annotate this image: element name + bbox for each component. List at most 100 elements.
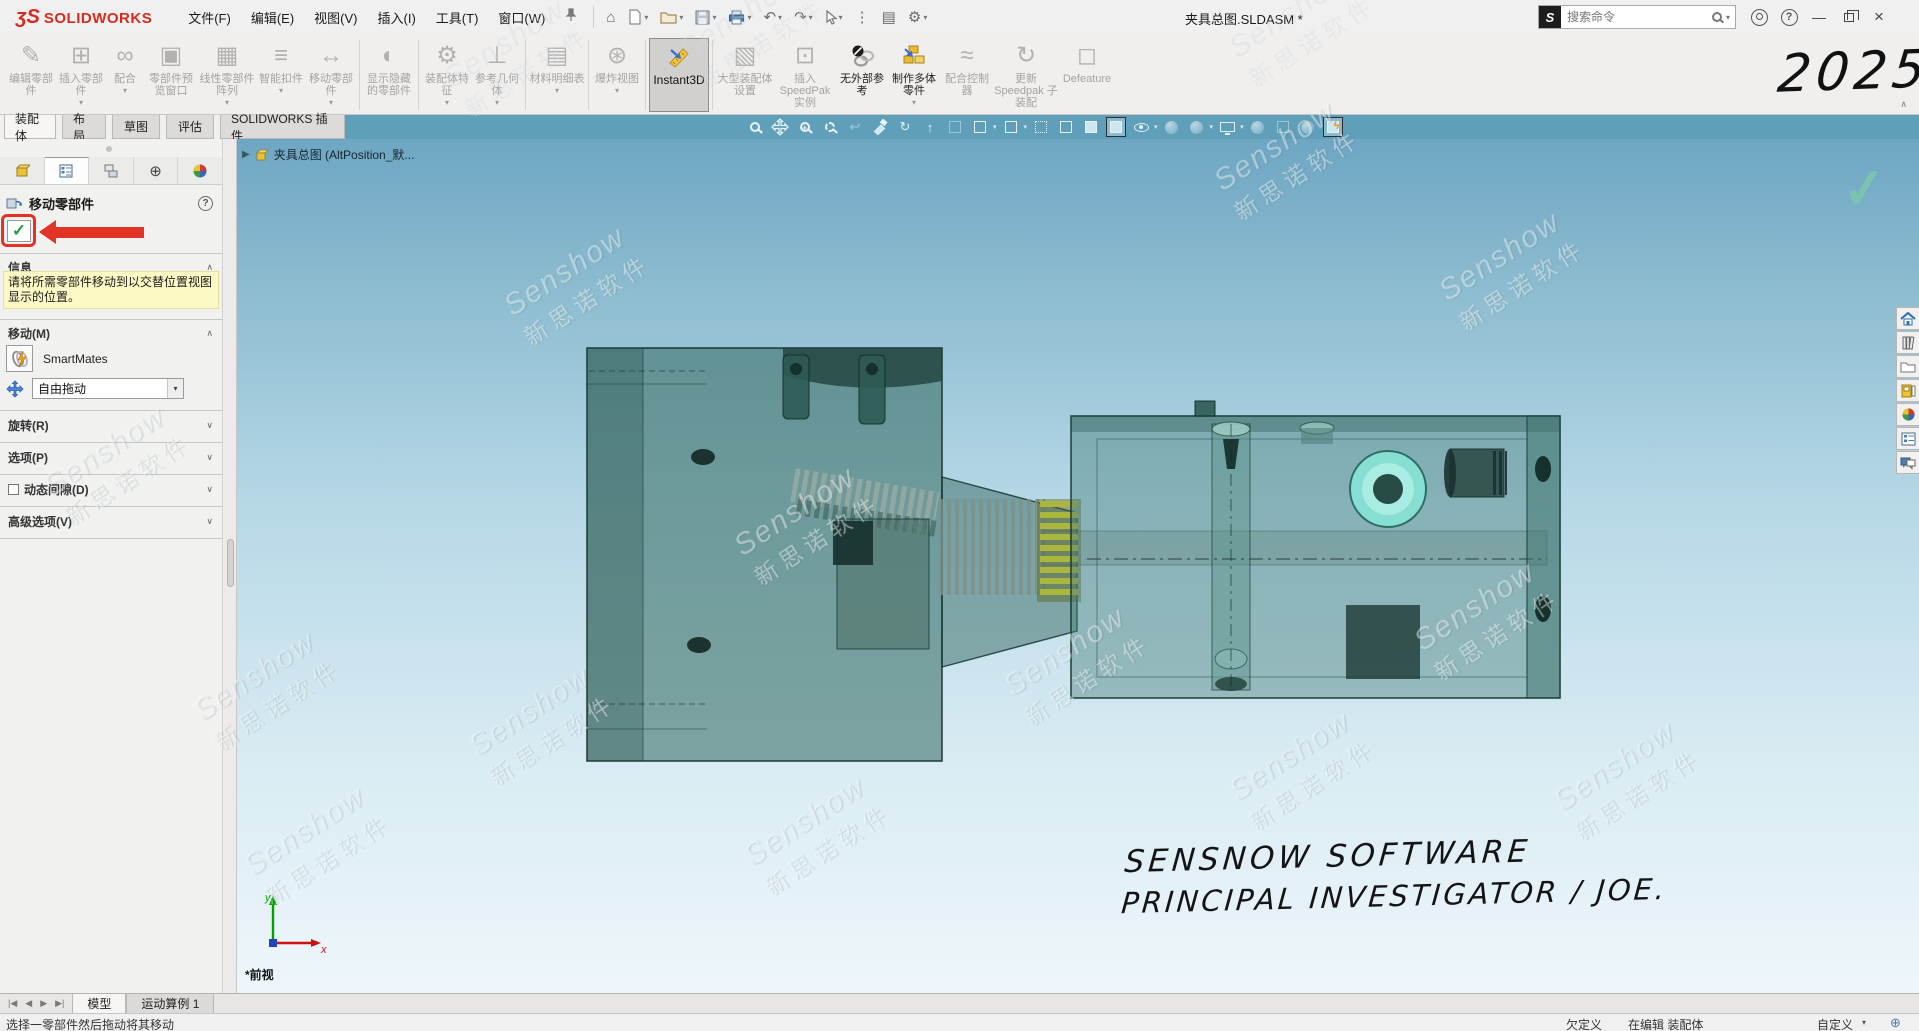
dropdown-caret-icon[interactable]: ▾ [329, 98, 333, 107]
dropdown-caret-icon[interactable]: ▾ [1154, 123, 1158, 131]
confirm-checkmark-icon[interactable]: ✓ [1839, 155, 1891, 222]
ribbon-mate-controller[interactable]: ≈ 配合控制器 [940, 38, 994, 112]
display-style-icon[interactable] [970, 117, 990, 137]
tab-assembly[interactable]: 装配体 [4, 115, 56, 139]
menu-window[interactable]: 窗口(W) [488, 2, 555, 33]
taskpane-forum[interactable] [1896, 451, 1919, 474]
search-dropdown-caret-icon[interactable]: ▾ [1726, 13, 1730, 22]
ribbon-make-multibody-part[interactable]: 制作多体零件 ▾ [888, 38, 940, 112]
graphics-viewport[interactable]: ▶ 夹具总图 (AltPosition_默... ✓ y x *前视 SENSN… [237, 139, 1919, 993]
save-button[interactable]: ▾ [691, 7, 720, 28]
dropdown-caret-icon[interactable]: ▾ [495, 98, 499, 107]
dynamic-clearance-checkbox[interactable] [8, 484, 19, 495]
camera-extra-icon[interactable] [1298, 117, 1318, 137]
tab-layout[interactable]: 布局 [62, 115, 106, 139]
taskpane-resources[interactable] [1896, 331, 1919, 354]
dropdown-caret-icon[interactable]: ▾ [225, 98, 229, 107]
ok-check-button[interactable]: ✓ [7, 220, 31, 242]
ribbon-insert-speedpak[interactable]: ⊡ 插入 SpeedPak 实例 [774, 38, 836, 112]
tab-displaymanager[interactable] [178, 157, 223, 184]
ribbon-mate[interactable]: ∞ 配合 ▾ [106, 38, 144, 112]
appearance-extra-icon[interactable] [1248, 117, 1268, 137]
nav-prev-icon[interactable]: ◀ [25, 998, 32, 1009]
taskpane-view-palette[interactable] [1896, 379, 1919, 402]
previous-view-icon[interactable]: ↩ [845, 117, 865, 137]
web-help-globe-icon[interactable]: ⊕ [1890, 1015, 1901, 1031]
ribbon-linear-pattern[interactable]: ▦ 线性零部件阵列 ▾ [198, 38, 256, 112]
dropdown-caret-icon[interactable]: ▾ [79, 98, 83, 107]
command-search[interactable]: S ▾ [1538, 5, 1736, 29]
expand-chevron-icon[interactable]: ∨ [206, 484, 213, 495]
shadow-style-icon[interactable] [1056, 117, 1076, 137]
zoom-to-area-icon[interactable] [820, 117, 840, 137]
ribbon-insert-component[interactable]: ⊞ 插入零部件 ▾ [56, 38, 106, 112]
select-caret-icon[interactable]: ▾ [167, 379, 183, 398]
ribbon-large-assembly-settings[interactable]: ▧ 大型装配体设置 [716, 38, 774, 112]
ribbon-reference-geometry[interactable]: ⊥ 参考几何体 ▾ [472, 38, 522, 112]
zoom-to-fit-icon[interactable] [745, 117, 765, 137]
dropdown-caret-icon[interactable]: ▾ [912, 98, 916, 107]
dropdown-caret-icon[interactable]: ▾ [1210, 123, 1214, 131]
ribbon-exploded-view[interactable]: ⊛ 爆炸视图 ▾ [592, 38, 642, 112]
print-button[interactable]: ▾ [724, 7, 755, 28]
file-properties-button[interactable]: ▤ [878, 5, 900, 29]
ribbon-assembly-features[interactable]: ⚙ 装配体特征 ▾ [422, 38, 472, 112]
ribbon-component-preview[interactable]: ▣ 零部件预览窗口 [144, 38, 198, 112]
section-view-icon[interactable] [870, 117, 890, 137]
close-button[interactable]: × [1866, 4, 1892, 30]
new-document-button[interactable]: ▾ [623, 6, 652, 28]
pin-menu-icon[interactable] [565, 8, 577, 27]
nav-next-icon[interactable]: ▶ [40, 998, 47, 1009]
hidden-lines-style-icon[interactable] [1001, 117, 1021, 137]
tab-propertymanager[interactable] [45, 157, 90, 184]
cube-extra-icon[interactable] [1273, 117, 1293, 137]
taskpane-design-library[interactable] [1896, 355, 1919, 378]
menu-view[interactable]: 视图(V) [304, 2, 367, 33]
hide-show-items-icon[interactable] [1131, 117, 1151, 137]
section-options-header[interactable]: 选项(P) ∨ [0, 448, 223, 466]
ribbon-smart-fasteners[interactable]: ≡ 智能扣件 ▾ [256, 38, 306, 112]
drag-mode-select[interactable]: 自由拖动 ▾ [32, 378, 184, 399]
status-custom-toolbar[interactable]: 自定义 [1817, 1016, 1853, 1031]
tab-sketch[interactable]: 草图 [112, 115, 160, 139]
dropdown-caret-icon[interactable]: ▾ [993, 123, 997, 131]
select-button[interactable]: ▾ [821, 7, 847, 28]
expand-chevron-icon[interactable]: ∨ [206, 452, 213, 463]
taskpane-custom-properties[interactable] [1896, 427, 1919, 450]
tab-dimxpertmanager[interactable]: ⊕ [134, 157, 179, 184]
home-button[interactable]: ⌂ [602, 6, 619, 29]
ribbon-update-speedpak[interactable]: ↻ 更新 Speedpak 子装配 [994, 38, 1058, 112]
splitter-handle[interactable] [227, 539, 234, 587]
menu-edit[interactable]: 编辑(E) [241, 2, 304, 33]
tab-evaluate[interactable]: 评估 [166, 115, 214, 139]
panel-grip[interactable] [0, 143, 223, 153]
ribbon-edit-component[interactable]: ✎ 编辑零部件 [6, 38, 56, 112]
nav-last-icon[interactable]: ▶| [55, 998, 64, 1009]
menu-file[interactable]: 文件(F) [178, 2, 241, 33]
search-input[interactable] [1561, 10, 1712, 24]
taskpane-home[interactable] [1896, 307, 1919, 330]
toggle-selection-button[interactable]: ⋮ [851, 5, 874, 29]
help-button[interactable]: ? [1776, 4, 1802, 30]
nav-first-icon[interactable]: |◀ [8, 998, 17, 1009]
restore-button[interactable] [1836, 4, 1862, 30]
expand-chevron-icon[interactable]: ∨ [206, 420, 213, 431]
tab-featuremanager[interactable] [0, 157, 45, 184]
search-icon[interactable] [1712, 12, 1722, 22]
dropdown-caret-icon[interactable]: ▾ [1024, 123, 1028, 131]
dropdown-caret-icon[interactable]: ▾ [1240, 123, 1244, 131]
collapse-chevron-icon[interactable]: ∧ [206, 328, 213, 339]
zoom-in-out-icon[interactable]: + [795, 117, 815, 137]
ribbon-bill-of-materials[interactable]: ▤ 材料明细表 ▾ [529, 38, 585, 112]
perspective-view-icon[interactable] [1081, 117, 1101, 137]
panel-splitter[interactable] [224, 139, 237, 993]
undo-button[interactable]: ↶▾ [759, 5, 786, 29]
ribbon-show-hidden-components[interactable]: ◐ 显示隐藏的零部件 [363, 38, 415, 112]
rotate-view-icon[interactable]: ↻ [895, 117, 915, 137]
smartmates-button[interactable] [6, 345, 33, 372]
dropdown-caret-icon[interactable]: ▾ [555, 86, 559, 95]
account-button[interactable] [1746, 4, 1772, 30]
minimize-button[interactable]: — [1806, 4, 1832, 30]
options-button[interactable]: ⚙▾ [904, 5, 931, 29]
section-move-header[interactable]: 移动(M) ∧ [0, 324, 223, 342]
